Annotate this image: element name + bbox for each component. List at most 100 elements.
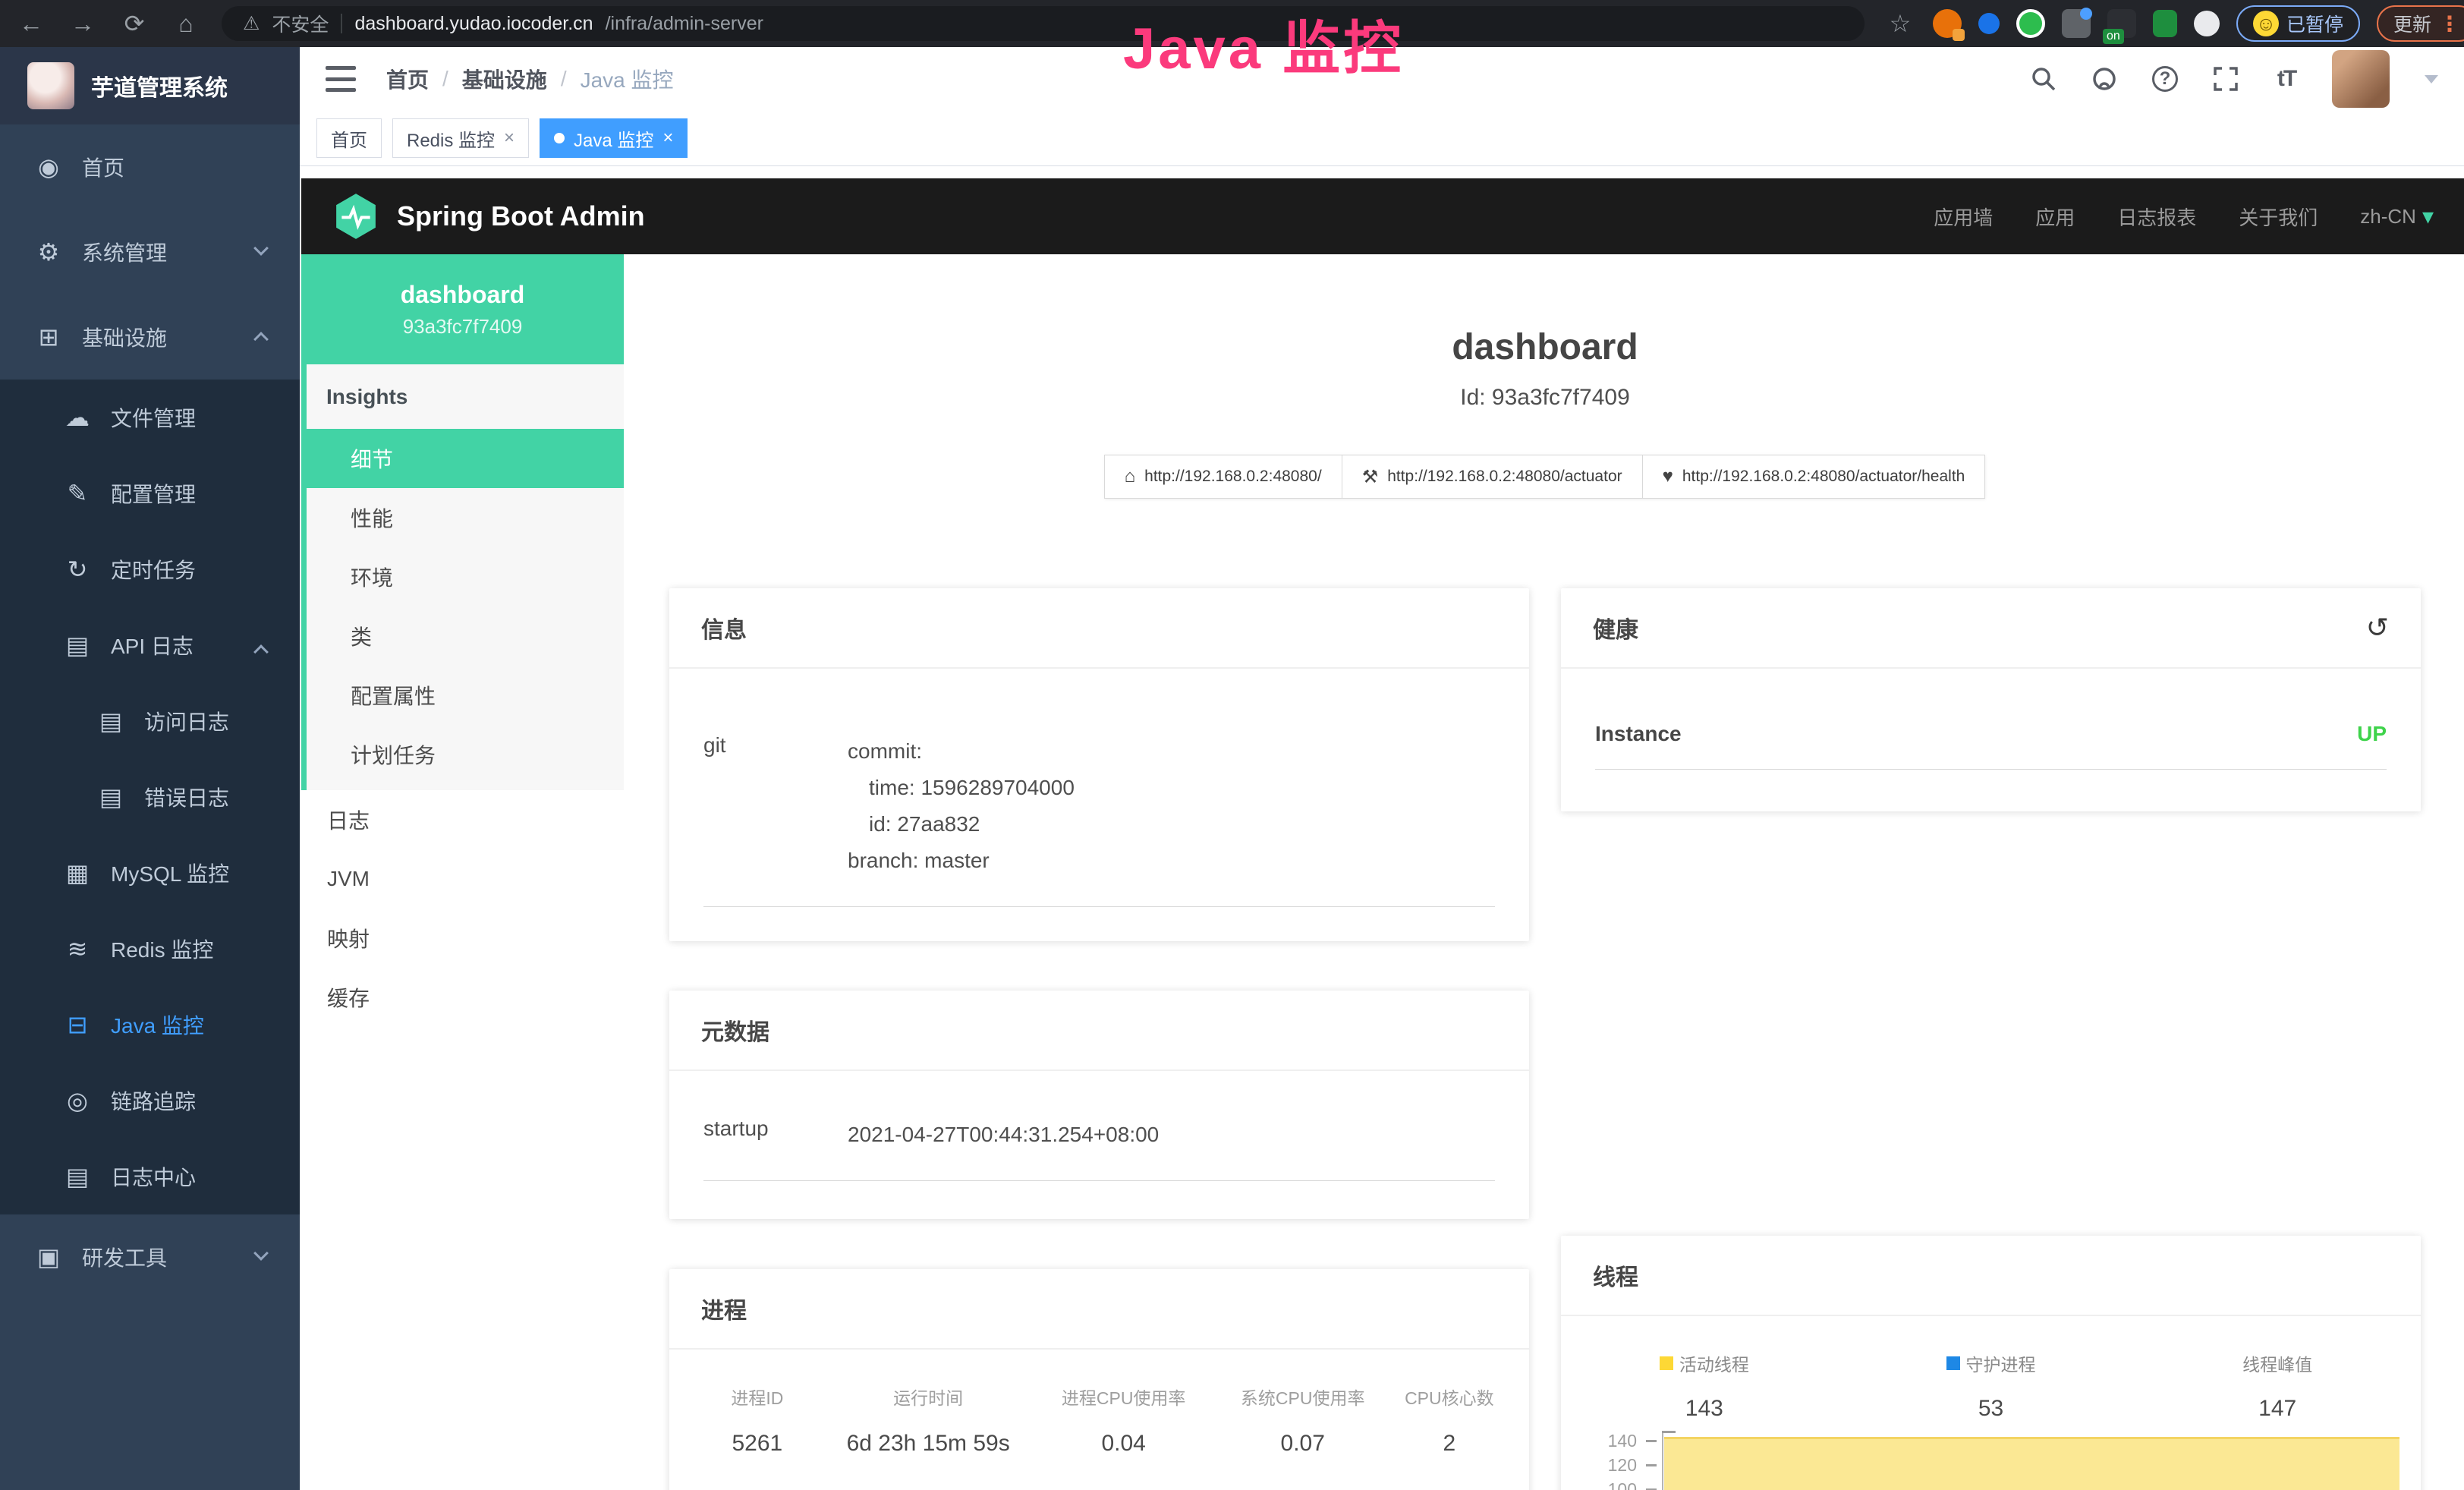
y-axis-line xyxy=(1662,1431,1663,1490)
update-label: 更新 xyxy=(2393,10,2431,37)
sidebar-item-mysql-monitor[interactable]: ▦ MySQL 监控 xyxy=(0,835,300,911)
user-avatar[interactable] xyxy=(2332,50,2390,108)
breadcrumb: 首页 / 基础设施 / Java 监控 xyxy=(386,64,674,94)
github-icon[interactable] xyxy=(2089,64,2119,94)
insights-section: Insights 细节 性能 环境 类 配置属性 计划任务 xyxy=(301,364,624,790)
sba-menu-scheduled-tasks[interactable]: 计划任务 xyxy=(307,725,624,784)
health-url-link[interactable]: ♥ http://192.168.0.2:48080/actuator/heal… xyxy=(1642,455,1986,499)
git-branch-line: branch: master xyxy=(848,843,1075,879)
instance-health-row: Instance UP xyxy=(1595,722,2387,770)
sidebar-item-api-log[interactable]: ▤ API 日志 xyxy=(0,607,300,683)
sidebar-item-label: 定时任务 xyxy=(111,554,196,584)
sidebar-item-file-manage[interactable]: ☁ 文件管理 xyxy=(0,380,300,455)
instance-id: 93a3fc7f7409 xyxy=(403,315,523,339)
sidebar-item-redis-monitor[interactable]: ≋ Redis 监控 xyxy=(0,911,300,987)
sidebar-item-java-monitor[interactable]: ⊟ Java 监控 xyxy=(0,987,300,1063)
instance-id-subtitle: Id: 93a3fc7f7409 xyxy=(669,385,2421,411)
sidebar-item-error-log[interactable]: ▤ 错误日志 xyxy=(0,759,300,835)
history-icon[interactable]: ↺ xyxy=(2366,612,2389,644)
profile-paused-badge[interactable]: ☺ 已暂停 xyxy=(2236,5,2360,42)
extension-tampermonkey-icon[interactable]: on xyxy=(2107,9,2136,38)
sba-menu-details[interactable]: 细节 xyxy=(307,429,624,488)
sidebar-item-access-log[interactable]: ▤ 访问日志 xyxy=(0,683,300,759)
address-bar[interactable]: ⚠ 不安全 dashboard.yudao.iocoder.cn/infra/a… xyxy=(222,6,1865,41)
bookmark-star-icon[interactable]: ☆ xyxy=(1884,8,1916,39)
tab-java-monitor[interactable]: Java 监控 × xyxy=(540,118,688,158)
sba-nav-journal[interactable]: 日志报表 xyxy=(2117,203,2196,231)
logo-image xyxy=(27,62,74,109)
sba-brand[interactable]: Spring Boot Admin xyxy=(332,192,645,241)
system-cpu-value: 0.07 xyxy=(1213,1431,1392,1457)
y-tick-120: 120 xyxy=(1561,1455,1637,1476)
legend-label: 守护进程 xyxy=(1966,1350,2036,1376)
close-icon[interactable]: × xyxy=(504,129,515,147)
browser-menu-icon[interactable]: ⋮ xyxy=(2439,11,2460,36)
sidebar-item-infra[interactable]: ⊞ 基础设施 xyxy=(0,295,300,380)
sidebar-item-config-manage[interactable]: ✎ 配置管理 xyxy=(0,455,300,531)
extension-y-icon[interactable] xyxy=(2016,9,2045,38)
actuator-url-link[interactable]: ⚒ http://192.168.0.2:48080/actuator xyxy=(1342,455,1643,499)
sba-menu-jvm[interactable]: JVM xyxy=(301,849,624,909)
col-cpu-cores: CPU核心数 xyxy=(1392,1384,1506,1410)
close-icon[interactable]: × xyxy=(662,129,673,147)
on-badge: on xyxy=(2103,29,2124,44)
sidebar-item-log-center[interactable]: ▤ 日志中心 xyxy=(0,1139,300,1214)
sba-nav-about[interactable]: 关于我们 xyxy=(2239,203,2318,231)
chevron-up-icon xyxy=(253,332,269,347)
extension-colorzilla-icon[interactable] xyxy=(1933,9,1962,38)
breadcrumb-infra[interactable]: 基础设施 xyxy=(462,64,547,94)
tab-redis-monitor[interactable]: Redis 监控 × xyxy=(392,118,529,158)
sidebar-item-system[interactable]: ⚙ 系统管理 xyxy=(0,209,300,295)
sba-nav-applications[interactable]: 应用 xyxy=(2035,203,2075,231)
help-icon[interactable]: ? xyxy=(2150,64,2180,94)
font-size-icon[interactable]: tT xyxy=(2271,64,2302,94)
extension-pin-icon[interactable] xyxy=(1978,13,2000,34)
admin-sidebar: 芋道管理系统 ◉ 首页 ⚙ 系统管理 ⊞ 基础设施 ☁ 文件管理 ✎ 配置管理 … xyxy=(0,47,300,1490)
uptime-value: 6d 23h 15m 59s xyxy=(823,1431,1034,1457)
extension-dot xyxy=(2080,8,2092,20)
fullscreen-icon[interactable] xyxy=(2211,64,2241,94)
sba-menu-mappings[interactable]: 映射 xyxy=(301,909,624,968)
sidebar-item-devtools[interactable]: ▣ 研发工具 xyxy=(0,1214,300,1299)
browser-back-button[interactable]: ← xyxy=(15,8,47,39)
extensions-puzzle-icon[interactable] xyxy=(2194,11,2220,36)
sidebar-item-label: 日志中心 xyxy=(111,1161,196,1192)
search-icon[interactable] xyxy=(2028,64,2059,94)
browser-update-button[interactable]: 更新 ⋮ xyxy=(2377,5,2464,42)
git-commit-line: commit: xyxy=(848,733,1075,770)
service-url-link[interactable]: ⌂ http://192.168.0.2:48080/ xyxy=(1104,455,1342,499)
process-table-row: 5261 6d 23h 15m 59s 0.04 0.07 2 xyxy=(692,1431,1506,1457)
sba-menu-classes[interactable]: 类 xyxy=(307,606,624,666)
sidebar-item-trace[interactable]: ◎ 链路追踪 xyxy=(0,1063,300,1139)
browser-home-button[interactable]: ⌂ xyxy=(170,8,202,39)
extension-grid-icon[interactable] xyxy=(2062,9,2091,38)
sba-menu-logs[interactable]: 日志 xyxy=(301,790,624,849)
sba-menu-environment[interactable]: 环境 xyxy=(307,547,624,606)
process-cpu-value: 0.04 xyxy=(1034,1431,1213,1457)
sba-locale-select[interactable]: zh-CN ▾ xyxy=(2360,203,2434,230)
sidebar-item-scheduled-jobs[interactable]: ↻ 定时任务 xyxy=(0,531,300,607)
redis-icon: ≋ xyxy=(61,934,94,963)
peak-threads-value: 147 xyxy=(2134,1396,2421,1422)
extension-leaf-icon[interactable] xyxy=(2153,10,2177,37)
sba-nav-wallboard[interactable]: 应用墙 xyxy=(1934,203,1993,231)
caret-down-icon[interactable] xyxy=(2425,75,2438,83)
daemon-threads-value: 53 xyxy=(1848,1396,2135,1422)
sidebar-item-label: 首页 xyxy=(82,152,124,182)
breadcrumb-home[interactable]: 首页 xyxy=(386,64,429,94)
browser-reload-button[interactable]: ⟳ xyxy=(118,8,150,39)
health-card-title: 健康 xyxy=(1593,611,1638,644)
log-center-icon: ▤ xyxy=(61,1162,94,1191)
sidebar-logo[interactable]: 芋道管理系统 xyxy=(0,47,300,124)
tab-home[interactable]: 首页 xyxy=(316,118,382,158)
sidebar-item-home[interactable]: ◉ 首页 xyxy=(0,124,300,209)
browser-forward-button[interactable]: → xyxy=(67,8,99,39)
sba-menu-config-props[interactable]: 配置属性 xyxy=(307,666,624,725)
gear-icon: ⚙ xyxy=(32,238,65,266)
sba-menu-metrics[interactable]: 性能 xyxy=(307,488,624,547)
active-dot xyxy=(554,133,565,143)
sba-logo-icon xyxy=(332,192,380,241)
hamburger-icon[interactable] xyxy=(326,66,356,92)
sba-menu-caches[interactable]: 缓存 xyxy=(301,968,624,1027)
sidebar-item-label: Redis 监控 xyxy=(111,934,213,964)
